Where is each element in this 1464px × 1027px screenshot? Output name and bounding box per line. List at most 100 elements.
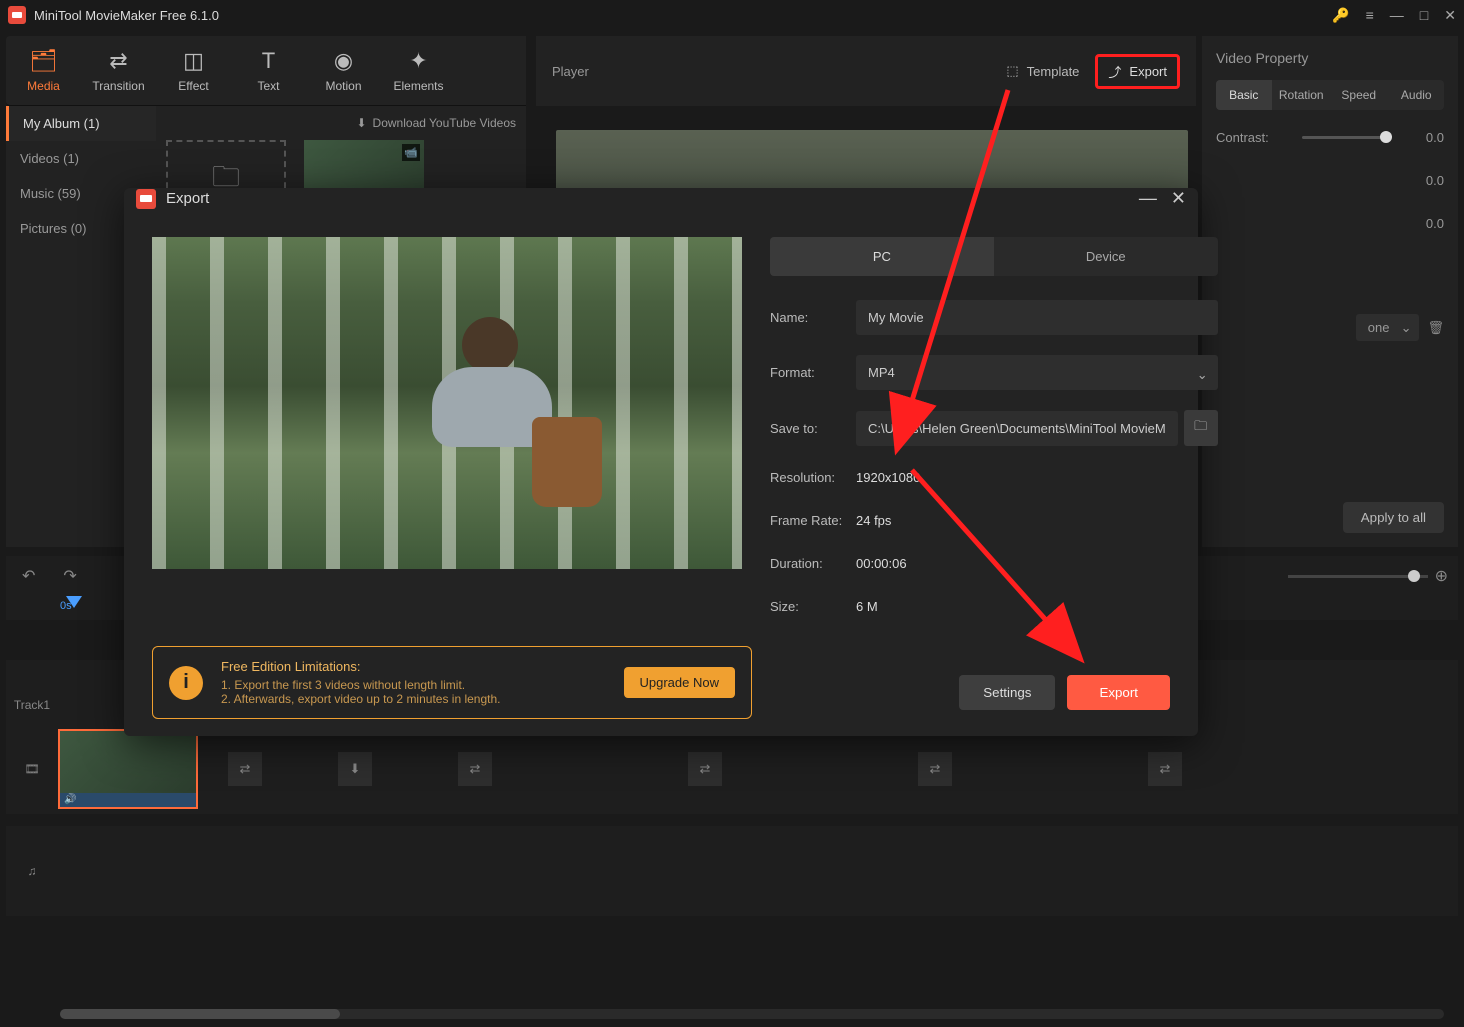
tab-elements[interactable]: ✦Elements [381, 48, 456, 93]
close-icon[interactable]: ✕ [1444, 7, 1456, 24]
tab-basic[interactable]: Basic [1216, 80, 1272, 110]
zoom-slider[interactable] [1288, 575, 1428, 578]
format-select[interactable]: MP4⌄ [856, 355, 1218, 390]
transition-icon: ⇄ [81, 48, 156, 74]
transition-slot[interactable]: ⇄ [1148, 752, 1182, 786]
layers-icon: ⬚ [1006, 63, 1018, 79]
tab-audio[interactable]: Audio [1389, 80, 1445, 110]
sidebar-item-album[interactable]: My Album (1) [6, 106, 156, 141]
sidebar-item-videos[interactable]: Videos (1) [6, 141, 156, 176]
folder-icon: 🗀 [1194, 417, 1207, 439]
zoom-in-icon[interactable]: ⊕ [1435, 566, 1448, 586]
redo-icon[interactable]: ↷ [63, 566, 76, 586]
saveto-input[interactable]: C:\Users\Helen Green\Documents\MiniTool … [856, 411, 1178, 446]
main-toolbar: 🗂Media ⇄Transition ◫Effect TText ◉Motion… [6, 36, 526, 106]
undo-icon[interactable]: ↶ [22, 566, 35, 586]
export-preview [152, 237, 742, 569]
prop-value-1: 0.0 [1426, 173, 1444, 188]
menu-icon[interactable]: ≡ [1366, 7, 1374, 23]
saveto-label: Save to: [770, 421, 856, 436]
tab-text[interactable]: TText [231, 48, 306, 93]
player-header: Player ⬚Template ⤴Export [536, 36, 1196, 106]
info-icon: i [169, 666, 203, 700]
video-icon: 📹 [402, 144, 420, 161]
trash-icon[interactable]: 🗑 [1427, 320, 1444, 336]
size-label: Size: [770, 599, 856, 614]
video-track: 🎞 🔊 ⇄ ⬇ ⇄ ⇄ ⇄ ⇄ [6, 724, 1458, 814]
folder-icon: 🗂 [6, 48, 81, 74]
limitation-notice: i Free Edition Limitations: 1. Export th… [152, 646, 752, 719]
property-title: Video Property [1216, 50, 1444, 66]
modal-logo-icon [136, 189, 156, 209]
tab-motion[interactable]: ◉Motion [306, 48, 381, 93]
audio-track: ♫ [6, 826, 1458, 916]
tab-effect[interactable]: ◫Effect [156, 48, 231, 93]
app-logo-icon [8, 6, 26, 24]
tab-transition[interactable]: ⇄Transition [81, 48, 156, 93]
duration-value: 00:00:06 [856, 552, 907, 575]
export-modal: Export — ✕ PC Device Name: Format:MP4⌄ S… [124, 188, 1198, 736]
export-form: PC Device Name: Format:MP4⌄ Save to:C:\U… [770, 237, 1218, 638]
name-input[interactable] [856, 300, 1218, 335]
video-clip[interactable]: 🔊 [58, 729, 198, 809]
contrast-value: 0.0 [1426, 130, 1444, 145]
contrast-label: Contrast: [1216, 130, 1269, 145]
timeline-scrollbar[interactable] [60, 1009, 1444, 1019]
transition-slot[interactable]: ⇄ [688, 752, 722, 786]
name-label: Name: [770, 310, 856, 325]
chevron-down-icon: ⌄ [1401, 320, 1412, 336]
tab-media[interactable]: 🗂Media [6, 48, 81, 93]
export-button-top[interactable]: ⤴Export [1095, 54, 1180, 89]
video-track-icon: 🎞 [6, 762, 58, 776]
transition-slot[interactable]: ⇄ [918, 752, 952, 786]
prop-value-2: 0.0 [1426, 216, 1444, 231]
playhead-icon[interactable] [66, 596, 82, 608]
tab-speed[interactable]: Speed [1331, 80, 1387, 110]
player-label: Player [552, 64, 589, 79]
motion-icon: ◉ [306, 48, 381, 74]
titlebar: MiniTool MovieMaker Free 6.1.0 🔑 ≡ — □ ✕ [0, 0, 1464, 30]
resolution-value: 1920x1080 [856, 466, 920, 489]
export-confirm-button[interactable]: Export [1067, 675, 1170, 710]
track-label: Track1 [6, 698, 58, 712]
key-icon[interactable]: 🔑 [1332, 7, 1349, 24]
minimize-icon[interactable]: — [1390, 7, 1404, 23]
property-dropdown[interactable]: one⌄ [1356, 314, 1420, 341]
framerate-value: 24 fps [856, 509, 891, 532]
template-button[interactable]: ⬚Template [1006, 63, 1079, 79]
transition-slot[interactable]: ⇄ [228, 752, 262, 786]
browse-button[interactable]: 🗀 [1184, 410, 1218, 446]
text-icon: T [231, 48, 306, 74]
download-youtube-link[interactable]: ⬇Download YouTube Videos [166, 116, 516, 130]
elements-icon: ✦ [381, 48, 456, 74]
modal-close-icon[interactable]: ✕ [1171, 188, 1186, 209]
apply-to-all-button[interactable]: Apply to all [1343, 502, 1444, 533]
format-label: Format: [770, 365, 856, 380]
export-tab-pc[interactable]: PC [770, 237, 994, 276]
transition-slot[interactable]: ⇄ [458, 752, 492, 786]
effect-icon: ◫ [156, 48, 231, 74]
window-title: MiniTool MovieMaker Free 6.1.0 [34, 8, 1332, 23]
framerate-label: Frame Rate: [770, 513, 856, 528]
modal-minimize-icon[interactable]: — [1139, 188, 1157, 209]
resolution-label: Resolution: [770, 470, 856, 485]
download-icon: ⬇ [356, 116, 366, 130]
tab-rotation[interactable]: Rotation [1274, 80, 1330, 110]
export-tab-device[interactable]: Device [994, 237, 1218, 276]
audio-track-icon: ♫ [6, 864, 58, 878]
transition-slot[interactable]: ⬇ [338, 752, 372, 786]
limitation-line-2: 2. Afterwards, export video up to 2 minu… [221, 692, 606, 706]
settings-button[interactable]: Settings [959, 675, 1055, 710]
maximize-icon[interactable]: □ [1420, 7, 1428, 23]
upgrade-button[interactable]: Upgrade Now [624, 667, 736, 698]
video-property-panel: Video Property Basic Rotation Speed Audi… [1202, 36, 1458, 547]
modal-title: Export [166, 190, 1125, 207]
contrast-slider[interactable] [1302, 136, 1392, 139]
duration-label: Duration: [770, 556, 856, 571]
upload-icon: ⤴ [1108, 62, 1121, 81]
size-value: 6 M [856, 595, 878, 618]
chevron-down-icon: ⌄ [1197, 367, 1208, 383]
audio-indicator: 🔊 [60, 793, 196, 807]
limitation-title: Free Edition Limitations: [221, 659, 606, 674]
limitation-line-1: 1. Export the first 3 videos without len… [221, 678, 606, 692]
